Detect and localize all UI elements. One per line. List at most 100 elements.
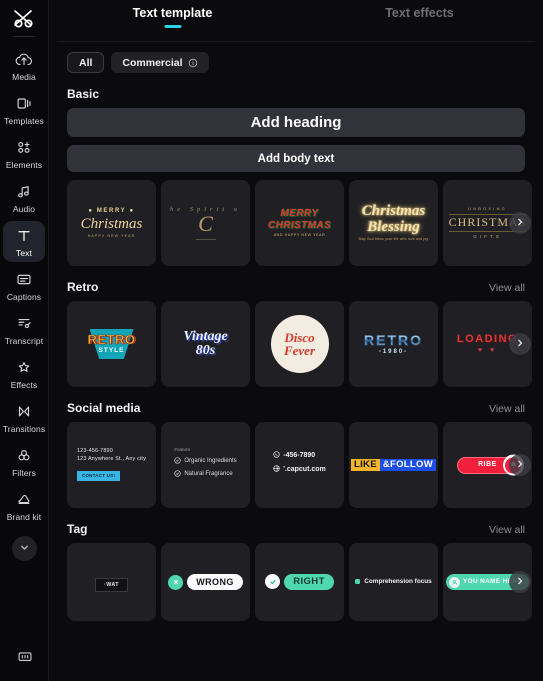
tile-text: Comprehension focus xyxy=(364,578,432,586)
template-carousel-christmas: ● MERRY ● Christmas HAPPY NEW YEAR he Sp… xyxy=(67,180,532,266)
thumbnail-art: Feature Organic Ingredients Natural Frag… xyxy=(174,447,236,482)
template-tile-like-and-follow[interactable]: LIKE &FOLLOW xyxy=(349,422,438,508)
tile-text: HAPPY NEW YEAR xyxy=(87,234,136,238)
tile-text: RETRO xyxy=(87,332,136,348)
filter-pill-all[interactable]: All xyxy=(67,52,105,73)
sidebar-item-label: Elements xyxy=(5,160,43,170)
template-tile-wrong-tag[interactable]: WRONG xyxy=(161,543,250,621)
tile-list: ● MERRY ● Christmas HAPPY NEW YEAR he Sp… xyxy=(67,180,532,266)
check-circle-icon xyxy=(174,457,181,467)
thumbnail-art: Vintage 80s xyxy=(183,330,227,359)
check-circle-icon xyxy=(265,574,281,590)
template-tile-contact-info[interactable]: -456-7890 '.capcut.com xyxy=(255,422,344,508)
tile-rule xyxy=(195,239,216,241)
template-tile-the-spirit-of[interactable]: he Spirit o C xyxy=(161,180,250,266)
tile-text: Christmas xyxy=(80,215,143,232)
sidebar-item-filters[interactable]: Filters xyxy=(3,441,45,482)
tile-text: Feature xyxy=(174,447,191,453)
template-tile-feature-list[interactable]: Feature Organic Ingredients Natural Frag… xyxy=(161,422,250,508)
sidebar-item-elements[interactable]: Elements xyxy=(3,133,45,174)
thumbnail-art: Disco Fever xyxy=(270,315,329,373)
sidebar-item-templates[interactable]: Templates xyxy=(3,89,45,130)
add-body-text-label: Add body text xyxy=(257,152,335,165)
view-all-tag[interactable]: View all xyxy=(489,524,525,536)
thumbnail-art: MERRY CHRISTMAS AND HAPPY NEW YEAR xyxy=(268,208,331,237)
tile-text: &FOLLOW xyxy=(379,458,436,472)
tile-text: -1980- xyxy=(378,349,409,356)
capcut-editor-panel: Media Templates Elements Audio Text Capt… xyxy=(0,0,543,681)
thumbnail-art: he Spirit o C xyxy=(170,206,241,241)
thumbnail-art: 123-456-7890 123 Anywhere St., Any city … xyxy=(76,447,146,483)
cloud-upload-icon xyxy=(15,50,33,69)
carousel-next-button[interactable] xyxy=(509,571,531,593)
info-circle-icon[interactable] xyxy=(188,58,198,68)
template-tile-merry-christmas[interactable]: ● MERRY ● Christmas HAPPY NEW YEAR xyxy=(67,180,156,266)
sidebar-item-text[interactable]: Text xyxy=(3,221,45,262)
chevron-right-icon xyxy=(515,573,525,591)
sidebar-item-captions[interactable]: Captions xyxy=(3,265,45,306)
tile-text: CONTACT US! xyxy=(76,470,121,481)
tile-text: C xyxy=(198,211,213,237)
keyboard-shortcuts-icon[interactable] xyxy=(16,649,34,669)
sidebar-item-label: Transcript xyxy=(4,336,44,346)
carousel-next-button[interactable] xyxy=(509,333,531,355)
left-sidebar: Media Templates Elements Audio Text Capt… xyxy=(0,0,49,681)
sidebar-item-label: Effects xyxy=(10,380,38,390)
phone-icon xyxy=(273,451,280,461)
template-tile-retro-style[interactable]: RETRO STYLE xyxy=(67,301,156,387)
sidebar-item-brand-kit[interactable]: Brand kit xyxy=(3,485,45,526)
tab-text-effects[interactable]: Text effects xyxy=(296,0,543,20)
template-tile-christmas-blessing[interactable]: Christmas Blessing May God bless your li… xyxy=(349,180,438,266)
template-tile-disco-fever[interactable]: Disco Fever xyxy=(255,301,344,387)
elements-icon xyxy=(15,138,33,157)
template-carousel-retro: RETRO STYLE Vintage 80s Disco Fever RETR… xyxy=(67,301,532,387)
template-carousel-tag: ·WAT WRONG RIGHT Comprehension focus YOU… xyxy=(67,543,532,621)
template-tile-contact-card[interactable]: 123-456-7890 123 Anywhere St., Any city … xyxy=(67,422,156,508)
add-heading-button[interactable]: Add heading xyxy=(67,108,525,137)
tile-text: 123-456-7890 xyxy=(76,447,113,454)
chevron-right-icon xyxy=(515,335,525,353)
tile-text: Blessing xyxy=(367,219,420,236)
filters-circles-icon xyxy=(15,446,33,465)
view-all-social-media[interactable]: View all xyxy=(489,403,525,415)
template-tile-right-tag[interactable]: RIGHT xyxy=(255,543,344,621)
tab-label: Text effects xyxy=(385,6,454,20)
chevron-right-icon xyxy=(515,214,525,232)
thumbnail-art: ·WAT xyxy=(95,573,128,592)
sidebar-item-effects[interactable]: Effects xyxy=(3,353,45,394)
template-tile-vintage-80s[interactable]: Vintage 80s xyxy=(161,301,250,387)
view-all-retro[interactable]: View all xyxy=(489,282,525,294)
carousel-next-button[interactable] xyxy=(509,454,531,476)
tile-text: LIKE xyxy=(351,458,380,472)
sidebar-expand-button[interactable] xyxy=(11,536,37,561)
tab-text-template[interactable]: Text template xyxy=(49,0,296,28)
add-body-text-button[interactable]: Add body text xyxy=(67,145,525,172)
tile-text: MERRY xyxy=(96,207,127,214)
tile-text: -456-7890 xyxy=(283,451,316,459)
tile-text: GIFTS xyxy=(473,233,502,239)
template-tile-merry-christmas-retro[interactable]: MERRY CHRISTMAS AND HAPPY NEW YEAR xyxy=(255,180,344,266)
template-tile-comprehension-focus[interactable]: Comprehension focus xyxy=(349,543,438,621)
filter-pill-label: Commercial xyxy=(122,56,183,69)
template-scroll-area[interactable]: Basic Add heading Add body text ● MERRY … xyxy=(49,87,543,621)
section-header-tag: Tag View all xyxy=(67,522,525,536)
sidebar-item-transcript[interactable]: Transcript xyxy=(3,309,45,350)
tile-list-item: -456-7890 xyxy=(273,451,326,461)
sidebar-bottom xyxy=(0,649,49,669)
thumbnail-art: RETRO -1980- xyxy=(364,332,423,356)
sidebar-item-transitions[interactable]: Transitions xyxy=(3,397,45,438)
tile-text: UNBOXING xyxy=(468,206,507,212)
sidebar-item-audio[interactable]: Audio xyxy=(3,177,45,218)
filter-pill-commercial[interactable]: Commercial xyxy=(111,52,209,73)
carousel-next-button[interactable] xyxy=(509,212,531,234)
tab-label: Text template xyxy=(132,6,213,20)
template-tile-retro-1980[interactable]: RETRO -1980- xyxy=(349,301,438,387)
template-tile-watermark-tag[interactable]: ·WAT xyxy=(67,543,156,621)
sidebar-item-media[interactable]: Media xyxy=(3,45,45,86)
text-panel: Text template Text effects All Commercia… xyxy=(49,0,543,681)
thumbnail-art: ● MERRY ● Christmas HAPPY NEW YEAR xyxy=(80,207,143,238)
panel-tabs: Text template Text effects xyxy=(49,0,543,31)
capcut-logo-icon[interactable] xyxy=(4,4,44,34)
tile-text: '.capcut.com xyxy=(283,466,326,473)
tile-text: Fever xyxy=(283,342,316,358)
